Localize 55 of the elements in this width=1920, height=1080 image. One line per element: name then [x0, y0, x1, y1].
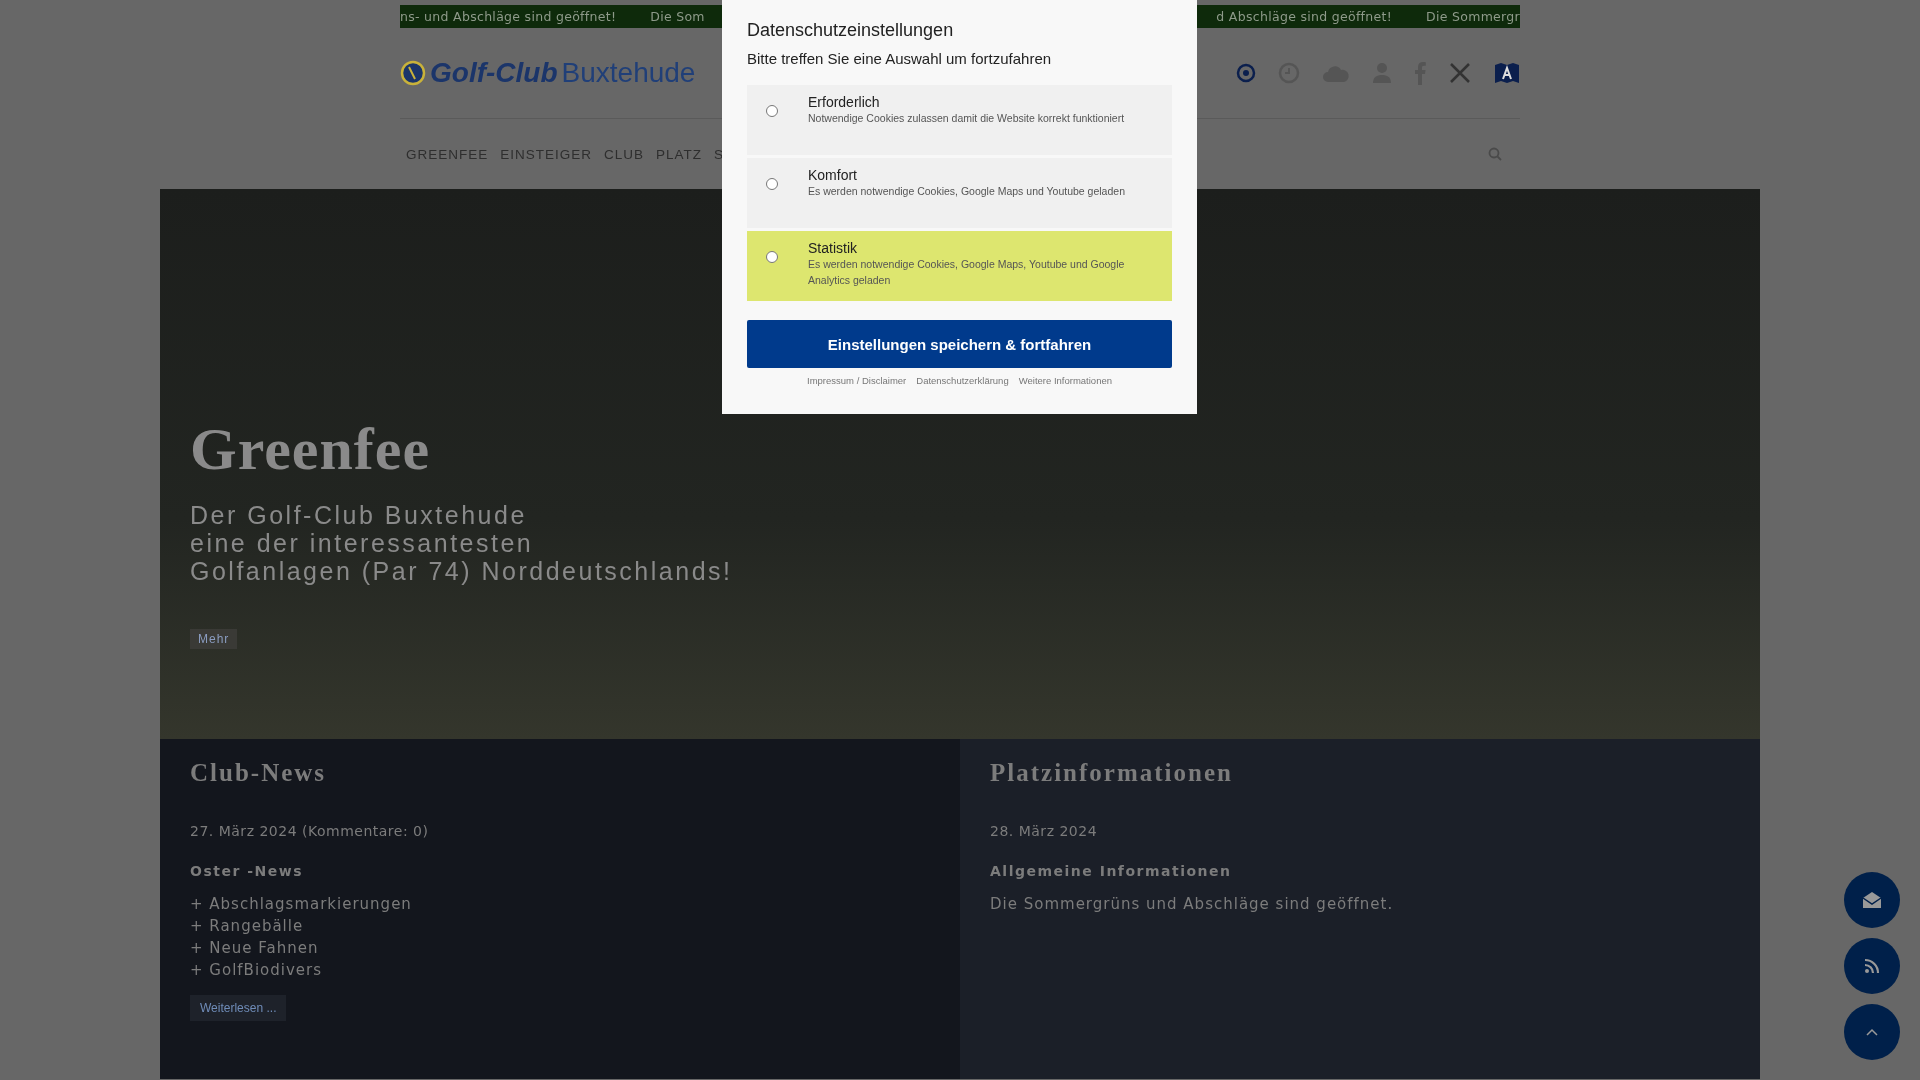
news-heading: Allgemeine Informationen [990, 863, 1232, 879]
ticker-text: d Abschläge sind geöffnet! [1216, 9, 1392, 24]
golf-club-logo-icon [400, 60, 426, 86]
news-date: 27. März 2024 (Kommentare: 0) [190, 823, 429, 839]
option-description: Notwendige Cookies zulassen damit die Website korrekt funktioniert [808, 111, 1125, 126]
more-button[interactable]: Mehr [190, 629, 238, 649]
option-label: Erforderlich [808, 94, 881, 110]
read-more-button[interactable]: Weiterlesen ... [190, 995, 287, 1021]
mail-button[interactable] [1844, 872, 1900, 928]
news-text: + GolfBiodivers [190, 960, 322, 981]
accessibility-icon[interactable] [1494, 62, 1520, 84]
radio-button[interactable] [766, 178, 778, 190]
target-icon[interactable] [1236, 63, 1256, 83]
footer-link[interactable]: Impressum / Disclaimer [807, 375, 907, 386]
dialog-title: Datenschutzeinstellungen [747, 20, 955, 41]
option-label: Statistik [808, 240, 858, 256]
hero-text: Golfanlagen (Par 74) Norddeutschlands! [190, 557, 734, 585]
hero-title: Greenfee [190, 419, 432, 479]
hero-text: eine der interessantesten [190, 529, 535, 557]
save-button[interactable]: Einstellungen speichern & fortfahren [747, 320, 1172, 368]
consent-option[interactable]: Erforderlich Notwendige Cookies zulassen damit die Website korrekt funktioniert [747, 85, 1172, 155]
section-title: Platzinformationen [990, 759, 1233, 787]
mail-icon [1862, 891, 1882, 909]
nav-link[interactable]: PLATZ [656, 146, 703, 162]
hero-text: Der Golf-Club Buxtehude [190, 501, 528, 529]
option-description: Es werden notwendige Cookies, Google Maps und Youtube geladen [808, 184, 1125, 199]
news-heading: Oster -News [190, 863, 303, 879]
nav-link[interactable]: S [714, 146, 725, 162]
ticker-text: Die Sommergr [1426, 9, 1520, 24]
x-logo-icon[interactable] [1448, 62, 1472, 84]
dialog-subtitle: Bitte treffen Sie eine Auswahl um fortzufahren [747, 50, 1053, 67]
news-date: 28. März 2024 [990, 823, 1098, 839]
footer-link[interactable]: Weitere Informationen [1018, 375, 1112, 386]
chevron-up-icon [1866, 1028, 1878, 1036]
ticker-text: Die Som [650, 9, 705, 24]
radio-button[interactable] [766, 105, 778, 117]
nav-link[interactable]: CLUB [604, 146, 645, 162]
news-text: + Neue Fahnen [190, 938, 319, 959]
search-icon[interactable] [1488, 147, 1502, 161]
footer-link[interactable]: Datenschutzerklärung [916, 375, 1009, 386]
rss-icon [1864, 958, 1880, 974]
ticker-text: ns- und Abschläge sind geöffnet! [400, 9, 617, 24]
nav-link[interactable]: GREENFEE [406, 146, 489, 162]
option-label: Komfort [808, 167, 858, 183]
news-text: + Rangebälle [190, 916, 304, 937]
scroll-top-button[interactable] [1844, 1004, 1900, 1060]
news-text: Die Sommergrüns und Abschläge sind geöffnet. [990, 894, 1394, 915]
nav-link[interactable]: EINSTEIGER [500, 146, 593, 162]
rss-button[interactable] [1844, 938, 1900, 994]
consent-option[interactable]: Komfort Es werden notwendige Cookies, Google Maps und Youtube geladen [747, 158, 1172, 228]
consent-option[interactable]: Statistik Es werden notwendige Cookies, Google Maps, Youtube und Google Analytics geladen [747, 231, 1172, 301]
option-description: Es werden notwendige Cookies, Google Maps, Youtube und Google Analytics geladen [808, 257, 1126, 288]
news-text: + Abschlagsmarkierungen [190, 894, 412, 915]
section-title: Club-News [190, 759, 327, 787]
radio-button[interactable] [766, 251, 778, 263]
